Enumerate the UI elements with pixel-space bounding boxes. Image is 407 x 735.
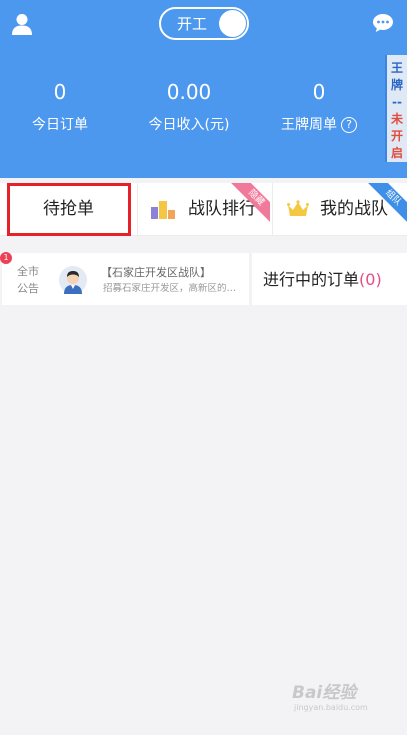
notice-tag: 全市公告 (17, 265, 39, 295)
notice-desc: 招募石家庄开发区，高新区的队... (103, 283, 245, 294)
card-my-team[interactable]: 我的战队 组队 (272, 183, 407, 236)
avatar-icon (59, 266, 87, 294)
baidu-jingyan-watermark: Bai经验 jingyan.baidu.com (292, 683, 387, 719)
city-announcement[interactable]: 1 全市公告 【石家庄开发区战队】 招募石家庄开发区，高新区的队... (0, 252, 249, 305)
side-tab-status: 未开启 (390, 112, 403, 160)
highlight-box (7, 183, 131, 236)
toggle-knob (219, 10, 246, 37)
card-team-ranking-label: 战队排行 (188, 199, 256, 219)
app-header: 开工 0 今日订单 0.00 今日收入(元) 0 王牌周单? 王牌 -- 未开启 (0, 0, 407, 178)
orders-count: 0 (365, 270, 376, 289)
side-tab-dash: -- (392, 95, 402, 109)
watermark-url: jingyan.baidu.com (294, 703, 368, 712)
in-progress-orders[interactable]: 进行中的订单(0) (252, 253, 407, 305)
work-toggle[interactable]: 开工 (159, 7, 249, 40)
ranking-podium-icon (151, 201, 175, 219)
feature-cards: 待抢单 战队排行 隐藏 我的战队 组队 (0, 183, 407, 236)
ace-weekly-label: 王牌周单 (281, 117, 337, 133)
notice-badge: 1 (0, 252, 12, 264)
crown-icon (287, 200, 309, 216)
user-icon[interactable] (10, 12, 34, 36)
card-pending-orders[interactable]: 待抢单 (0, 183, 134, 236)
card-my-team-label: 我的战队 (320, 199, 388, 219)
help-icon[interactable]: ? (341, 117, 357, 133)
chat-bubble-icon[interactable] (372, 13, 394, 33)
today-income-label: 今日收入(元) (148, 117, 230, 133)
stat-ace-weekly: 0 王牌周单? (259, 80, 379, 134)
stat-today-orders: 0 今日订单 (0, 80, 120, 134)
orders-label-row: 进行中的订单(0) (263, 270, 382, 290)
today-income-value: 0.00 (166, 80, 212, 104)
watermark-logo: Bai经验 (292, 683, 357, 703)
ace-weekly-label-row: 王牌周单? (259, 116, 379, 134)
side-tab-title: 王牌 (390, 61, 403, 92)
orders-count-close: ) (375, 270, 382, 289)
orders-label: 进行中的订单 (263, 270, 360, 289)
today-orders-label: 今日订单 (32, 117, 88, 133)
card-team-ranking[interactable]: 战队排行 隐藏 (137, 183, 270, 236)
work-toggle-label: 开工 (177, 15, 208, 33)
stat-today-income: 0.00 今日收入(元) (129, 80, 249, 134)
notice-title: 【石家庄开发区战队】 (101, 266, 211, 279)
today-orders-value: 0 (53, 80, 67, 104)
ace-weekly-value: 0 (312, 80, 326, 104)
ace-side-tab[interactable]: 王牌 -- 未开启 (385, 55, 407, 162)
